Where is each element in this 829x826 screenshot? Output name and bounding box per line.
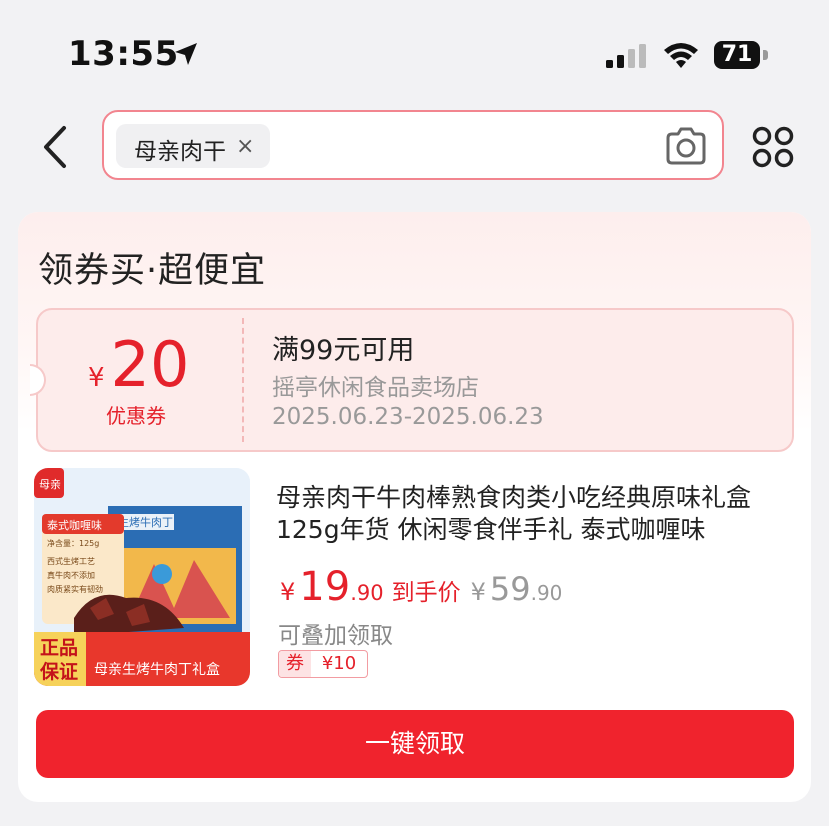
- product-title[interactable]: 母亲肉干牛肉棒熟食肉类小吃经典原味礼盒125g年货 休闲零食伴手礼 泰式咖喱味: [276, 482, 796, 546]
- battery-indicator: 71: [714, 41, 768, 69]
- svg-text:西式生烤工艺: 西式生烤工艺: [47, 556, 95, 566]
- location-arrow-icon: [175, 43, 197, 65]
- svg-text:保证: 保证: [39, 660, 78, 683]
- search-input[interactable]: 母亲肉干 ×: [102, 110, 724, 180]
- svg-text:净含量：125g: 净含量：125g: [47, 538, 99, 548]
- status-bar: 13:55 71: [0, 0, 829, 100]
- search-tag[interactable]: 母亲肉干 ×: [116, 124, 270, 168]
- coupon[interactable]: ¥20 优惠券 满99元可用 摇亭休闲食品卖场店 2025.06.23-2025…: [30, 308, 794, 452]
- original-price: ¥59.90: [470, 570, 563, 608]
- grid-more-icon[interactable]: [752, 126, 794, 168]
- svg-text:生烤牛肉丁: 生烤牛肉丁: [118, 515, 173, 529]
- search-tag-text: 母亲肉干: [134, 139, 226, 165]
- chevron-left-icon: [44, 126, 66, 168]
- coupon-shop: 摇亭休闲食品卖场店: [272, 375, 479, 401]
- price-value: 19: [299, 564, 351, 610]
- svg-text:真牛肉不添加: 真牛肉不添加: [47, 570, 95, 580]
- stack-label: 可叠加领取: [278, 623, 393, 649]
- svg-text:母亲: 母亲: [39, 477, 61, 491]
- clock: 13:55: [68, 34, 179, 74]
- coupon-amount: ¥20: [88, 328, 190, 401]
- back-button[interactable]: [36, 122, 76, 172]
- coupon-divider: [242, 318, 244, 442]
- svg-text:正品: 正品: [40, 637, 78, 659]
- battery-level: 71: [721, 42, 753, 67]
- voucher-badge: 券 ¥10: [278, 650, 368, 678]
- claim-all-button[interactable]: 一键领取: [36, 710, 794, 778]
- coupon-product-card: 领券买·超便宜 ¥20 优惠券 满99元可用 摇亭休闲食品卖场店 2025.06…: [18, 212, 811, 802]
- camera-icon[interactable]: [664, 126, 708, 166]
- svg-text:泰式咖喱味: 泰式咖喱味: [47, 518, 102, 532]
- product-image[interactable]: 生烤牛肉丁 母亲 泰式咖喱味 净含量：125g 西式生烤工艺 真牛肉不添加 肉质…: [34, 468, 250, 686]
- svg-text:母亲生烤牛肉丁礼盒: 母亲生烤牛肉丁礼盒: [94, 661, 220, 678]
- card-title: 领券买·超便宜: [38, 251, 267, 291]
- wifi-icon: [664, 43, 698, 68]
- cellular-signal-icon: [606, 44, 646, 68]
- coupon-condition: 满99元可用: [272, 335, 415, 366]
- final-price-tag: 到手价: [391, 580, 461, 606]
- svg-text:肉质紧实有韧劲: 肉质紧实有韧劲: [47, 584, 103, 594]
- coupon-label: 优惠券: [106, 404, 166, 428]
- price-row: ¥19.90 到手价 ¥59.90: [280, 564, 563, 610]
- close-icon[interactable]: ×: [236, 134, 254, 159]
- coupon-date: 2025.06.23-2025.06.23: [272, 404, 544, 430]
